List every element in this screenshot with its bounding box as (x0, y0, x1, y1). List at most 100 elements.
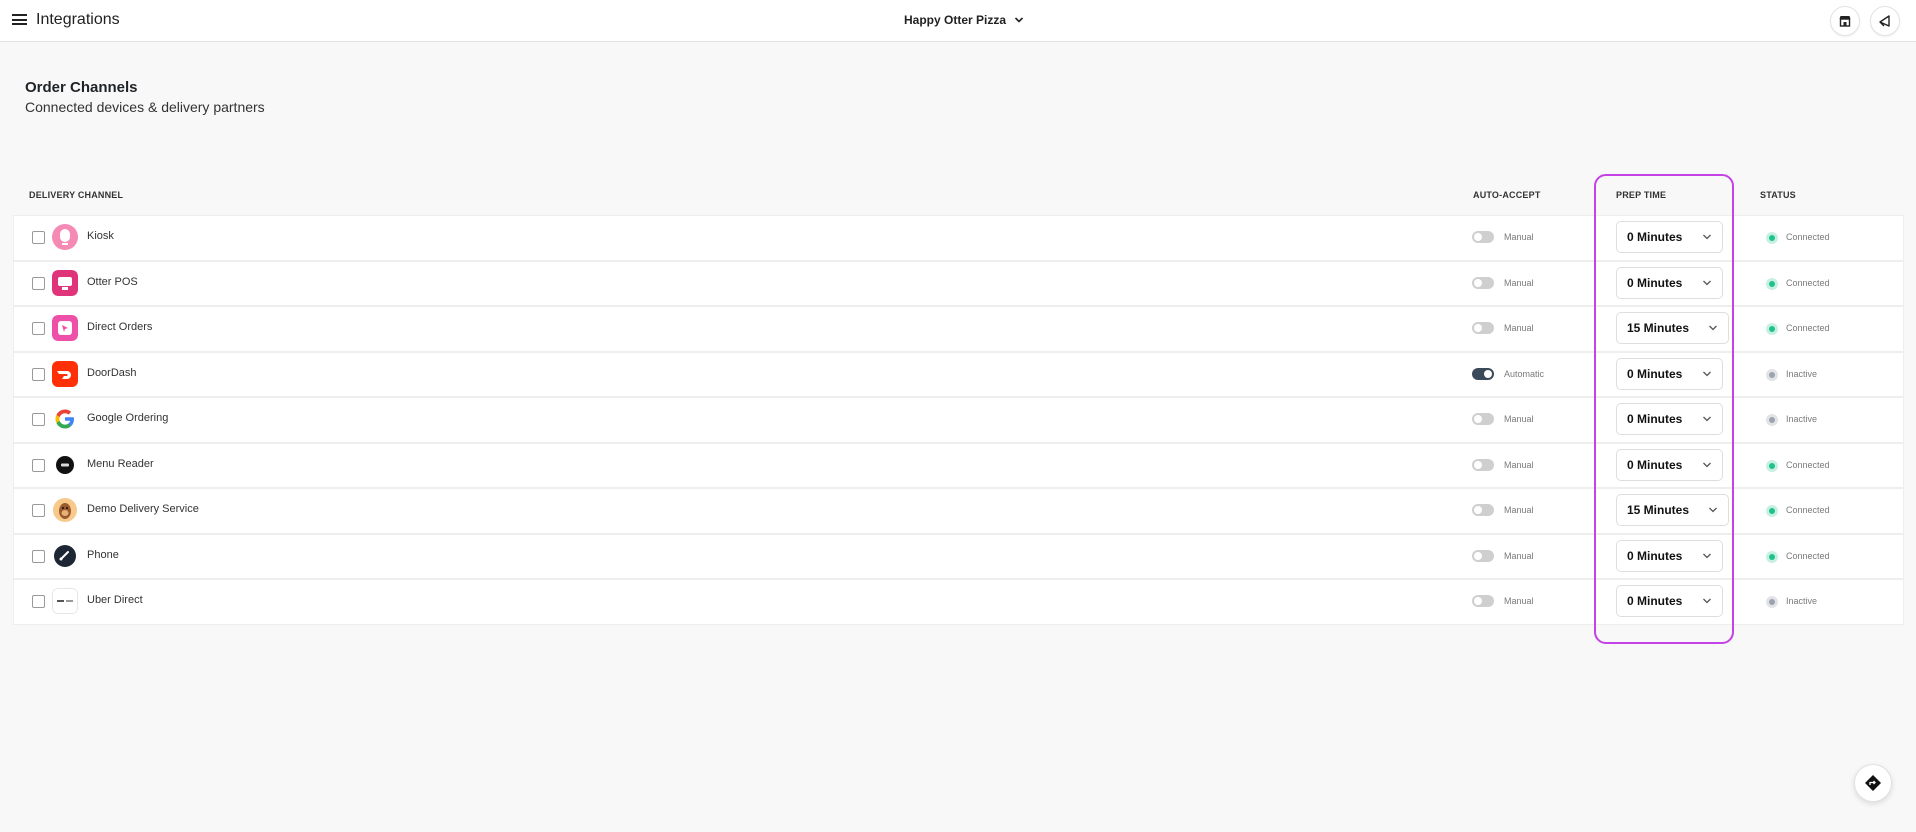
row-checkbox[interactable] (32, 413, 45, 426)
channel-name[interactable]: Google Ordering (87, 412, 168, 424)
channel-name[interactable]: Kiosk (87, 230, 114, 242)
row-checkbox[interactable] (32, 276, 45, 290)
phone-icon (52, 543, 78, 569)
direct-orders-icon (52, 315, 78, 341)
page-title: Integrations (36, 11, 120, 28)
prep-time-select[interactable]: 15 Minutes (1616, 494, 1729, 526)
status-indicator (1766, 414, 1778, 426)
prep-time-select[interactable]: 0 Minutes (1616, 357, 1723, 390)
status-indicator (1766, 232, 1778, 244)
row-checkbox[interactable] (32, 231, 45, 244)
table-row: Uber Direct Manual 0 Minutes Inactive (13, 579, 1904, 625)
prep-time-select[interactable]: 0 Minutes (1616, 403, 1723, 435)
auto-accept-label: Manual (1504, 505, 1534, 515)
row-checkbox[interactable] (32, 504, 45, 517)
table-row: Demo Delivery Service Manual 15 Minutes … (13, 488, 1904, 534)
navigation-button[interactable] (1854, 764, 1892, 802)
prep-time-value: 0 Minutes (1627, 366, 1683, 381)
prep-time-value: 0 Minutes (1627, 230, 1683, 244)
auto-accept-toggle[interactable] (1472, 276, 1494, 289)
status-text: Connected (1786, 323, 1830, 333)
auto-accept-toggle[interactable] (1472, 595, 1494, 607)
chevron-down-icon (1709, 325, 1717, 331)
channel-name[interactable]: Otter POS (87, 276, 138, 288)
auto-accept-toggle[interactable] (1472, 549, 1494, 562)
row-checkbox[interactable] (32, 595, 45, 608)
table-row: DoorDash Automatic 0 Minutes Inactive (13, 351, 1904, 397)
channels-table: Kiosk Manual 0 Minutes Connected Otter P… (13, 215, 1904, 625)
channel-name[interactable]: Uber Direct (87, 594, 143, 606)
prep-time-value: 0 Minutes (1627, 594, 1683, 608)
status-text: Inactive (1786, 368, 1818, 379)
table-row: Direct Orders Manual 15 Minutes Connecte… (13, 306, 1904, 352)
auto-accept-label: Manual (1504, 232, 1534, 242)
row-checkbox[interactable] (32, 322, 45, 335)
otter-pos-icon (52, 269, 78, 296)
prep-time-value: 0 Minutes (1627, 548, 1683, 563)
uber-direct-icon (52, 588, 78, 614)
chevron-down-icon (1703, 234, 1711, 240)
table-row: Google Ordering Manual 0 Minutes Inactiv… (13, 397, 1904, 443)
column-header-auto-accept: AUTO-ACCEPT (1473, 190, 1541, 200)
status-indicator (1766, 368, 1778, 381)
row-checkbox[interactable] (32, 458, 45, 472)
status-text: Inactive (1786, 596, 1818, 606)
prep-time-value: 0 Minutes (1627, 412, 1683, 426)
auto-accept-toggle[interactable] (1472, 367, 1494, 380)
auto-accept-toggle[interactable] (1472, 504, 1494, 516)
auto-accept-toggle[interactable] (1472, 322, 1494, 334)
row-checkbox[interactable] (32, 549, 45, 563)
table-row: Otter POS Manual 0 Minutes Connected (13, 260, 1904, 306)
prep-time-select[interactable]: 0 Minutes (1616, 266, 1723, 299)
megaphone-icon (1879, 15, 1890, 27)
channel-name[interactable]: Phone (87, 549, 119, 561)
auto-accept-label: Manual (1504, 596, 1534, 606)
column-header-status: STATUS (1760, 190, 1796, 200)
auto-accept-label: Manual (1504, 323, 1534, 333)
directions-icon (1865, 775, 1881, 791)
prep-time-select[interactable]: 15 Minutes (1616, 312, 1729, 344)
top-bar: Integrations Happy Otter Pizza (0, 0, 1916, 42)
prep-time-select[interactable]: 0 Minutes (1616, 221, 1723, 253)
store-icon-button[interactable] (1830, 6, 1860, 36)
doordash-icon (52, 360, 78, 387)
prep-time-select[interactable]: 0 Minutes (1616, 585, 1723, 617)
table-row: Menu Reader Manual 0 Minutes Connected (13, 442, 1904, 488)
auto-accept-toggle[interactable] (1472, 231, 1494, 243)
status-indicator (1766, 323, 1778, 335)
prep-time-select[interactable]: 0 Minutes (1616, 448, 1723, 481)
store-selector[interactable]: Happy Otter Pizza (904, 13, 1024, 27)
channel-name[interactable]: Direct Orders (87, 321, 152, 333)
row-checkbox[interactable] (32, 367, 45, 381)
status-text: Inactive (1786, 414, 1818, 424)
chevron-down-icon (1709, 507, 1717, 513)
column-header-channel: DELIVERY CHANNEL (29, 190, 124, 200)
channel-name[interactable]: Demo Delivery Service (87, 503, 199, 515)
status-text: Connected (1786, 550, 1830, 561)
auto-accept-label: Manual (1504, 277, 1534, 288)
announcements-button[interactable] (1870, 6, 1900, 36)
auto-accept-toggle[interactable] (1472, 413, 1494, 425)
google-icon (52, 406, 78, 432)
section-subtitle: Connected devices & delivery partners (25, 99, 265, 115)
status-indicator (1766, 550, 1778, 563)
status-indicator (1766, 596, 1778, 608)
chevron-down-icon (1703, 416, 1711, 422)
table-row: Phone Manual 0 Minutes Connected (13, 533, 1904, 579)
channel-name[interactable]: DoorDash (87, 367, 137, 379)
chevron-down-icon (1703, 598, 1711, 604)
auto-accept-toggle[interactable] (1472, 458, 1494, 471)
prep-time-value: 0 Minutes (1627, 457, 1683, 472)
chevron-down-icon (1703, 462, 1711, 467)
status-text: Connected (1786, 232, 1830, 242)
auto-accept-label: Manual (1504, 459, 1534, 470)
prep-time-select[interactable]: 0 Minutes (1616, 539, 1723, 572)
channel-name[interactable]: Menu Reader (87, 458, 154, 470)
menu-icon[interactable] (12, 12, 28, 28)
status-indicator (1766, 459, 1778, 472)
store-name: Happy Otter Pizza (904, 13, 1007, 27)
menu-reader-icon (52, 452, 78, 478)
table-row: Kiosk Manual 0 Minutes Connected (13, 215, 1904, 261)
status-indicator (1766, 277, 1778, 290)
chevron-down-icon (1703, 280, 1711, 285)
